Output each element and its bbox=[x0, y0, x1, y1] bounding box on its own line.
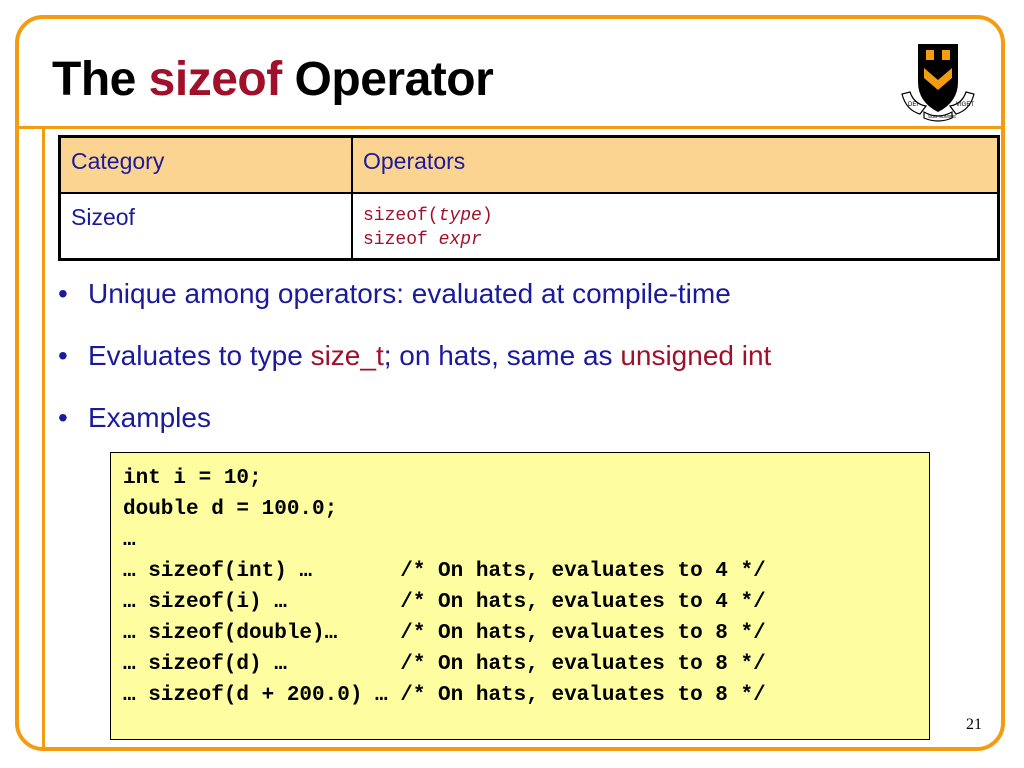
bullet-text: Unique among operators: evaluated at com… bbox=[88, 278, 731, 309]
logo-text-right: VIGET bbox=[956, 102, 974, 108]
bullet-text: Examples bbox=[88, 402, 211, 433]
title-accent: sizeof bbox=[148, 53, 283, 106]
bullet-dot: • bbox=[58, 340, 68, 371]
cell-operators: sizeof(type) sizeof expr bbox=[351, 192, 1000, 261]
op2-italic: expr bbox=[438, 230, 482, 250]
bullet-item: • Unique among operators: evaluated at co… bbox=[58, 278, 771, 340]
operator-form-expr: sizeof expr bbox=[363, 228, 987, 252]
cell-category: Sizeof bbox=[58, 192, 353, 261]
bullet-text-pre: Evaluates to type bbox=[88, 340, 311, 371]
code-line: double d = 100.0; bbox=[123, 498, 338, 521]
op2-code: sizeof bbox=[363, 230, 439, 250]
op1-close: ) bbox=[481, 206, 493, 226]
table-header-row: Category Operators bbox=[58, 135, 1000, 194]
bullet-list: • Unique among operators: evaluated at co… bbox=[58, 278, 771, 464]
code-line: … sizeof(d) … /* On hats, evaluates to 8… bbox=[123, 653, 766, 676]
bullet-keyword-unsigned-int: unsigned int bbox=[620, 340, 772, 371]
title-divider bbox=[15, 126, 1005, 129]
title-part-2: Operator bbox=[281, 53, 494, 106]
code-line: … sizeof(d + 200.0) … /* On hats, evalua… bbox=[123, 684, 766, 707]
code-line: … sizeof(i) … /* On hats, evaluates to 4… bbox=[123, 591, 766, 614]
bullet-dot: • bbox=[58, 278, 68, 309]
logo-text-middle: SUB NUMINE bbox=[928, 114, 956, 119]
left-rule bbox=[42, 126, 45, 751]
bullet-text-mid: ; on hats, same as bbox=[383, 340, 621, 371]
op1-code: sizeof( bbox=[363, 206, 439, 226]
bullet-item: • Evaluates to type size_t; on hats, same… bbox=[58, 340, 771, 402]
page-number: 21 bbox=[966, 716, 982, 733]
table-row: Sizeof sizeof(type) sizeof expr bbox=[58, 192, 1000, 261]
bullet-keyword-size-t: size_t bbox=[310, 340, 384, 371]
title-part-1: The bbox=[52, 53, 149, 106]
operators-table: Category Operators Sizeof sizeof(type) s… bbox=[58, 135, 1000, 261]
op1-italic: type bbox=[438, 206, 482, 226]
slide-title: The sizeof Operator bbox=[52, 52, 494, 107]
bullet-text: Evaluates to type size_t; on hats, same … bbox=[88, 340, 771, 372]
header-operators: Operators bbox=[351, 135, 1000, 194]
code-line: int i = 10; bbox=[123, 467, 262, 490]
operator-form-type: sizeof(type) bbox=[363, 204, 987, 228]
princeton-shield-logo: DEI SUB NUMINE VIGET bbox=[901, 44, 975, 122]
code-line: … bbox=[123, 529, 136, 552]
logo-text-left: DEI bbox=[908, 102, 918, 108]
code-line: … sizeof(int) … /* On hats, evaluates to… bbox=[123, 560, 766, 583]
code-example-box: int i = 10; double d = 100.0; … … sizeof(in… bbox=[110, 452, 930, 740]
header-category: Category bbox=[58, 135, 353, 194]
code-line: … sizeof(double)… /* On hats, evaluates … bbox=[123, 622, 766, 645]
bullet-dot: • bbox=[58, 402, 68, 433]
